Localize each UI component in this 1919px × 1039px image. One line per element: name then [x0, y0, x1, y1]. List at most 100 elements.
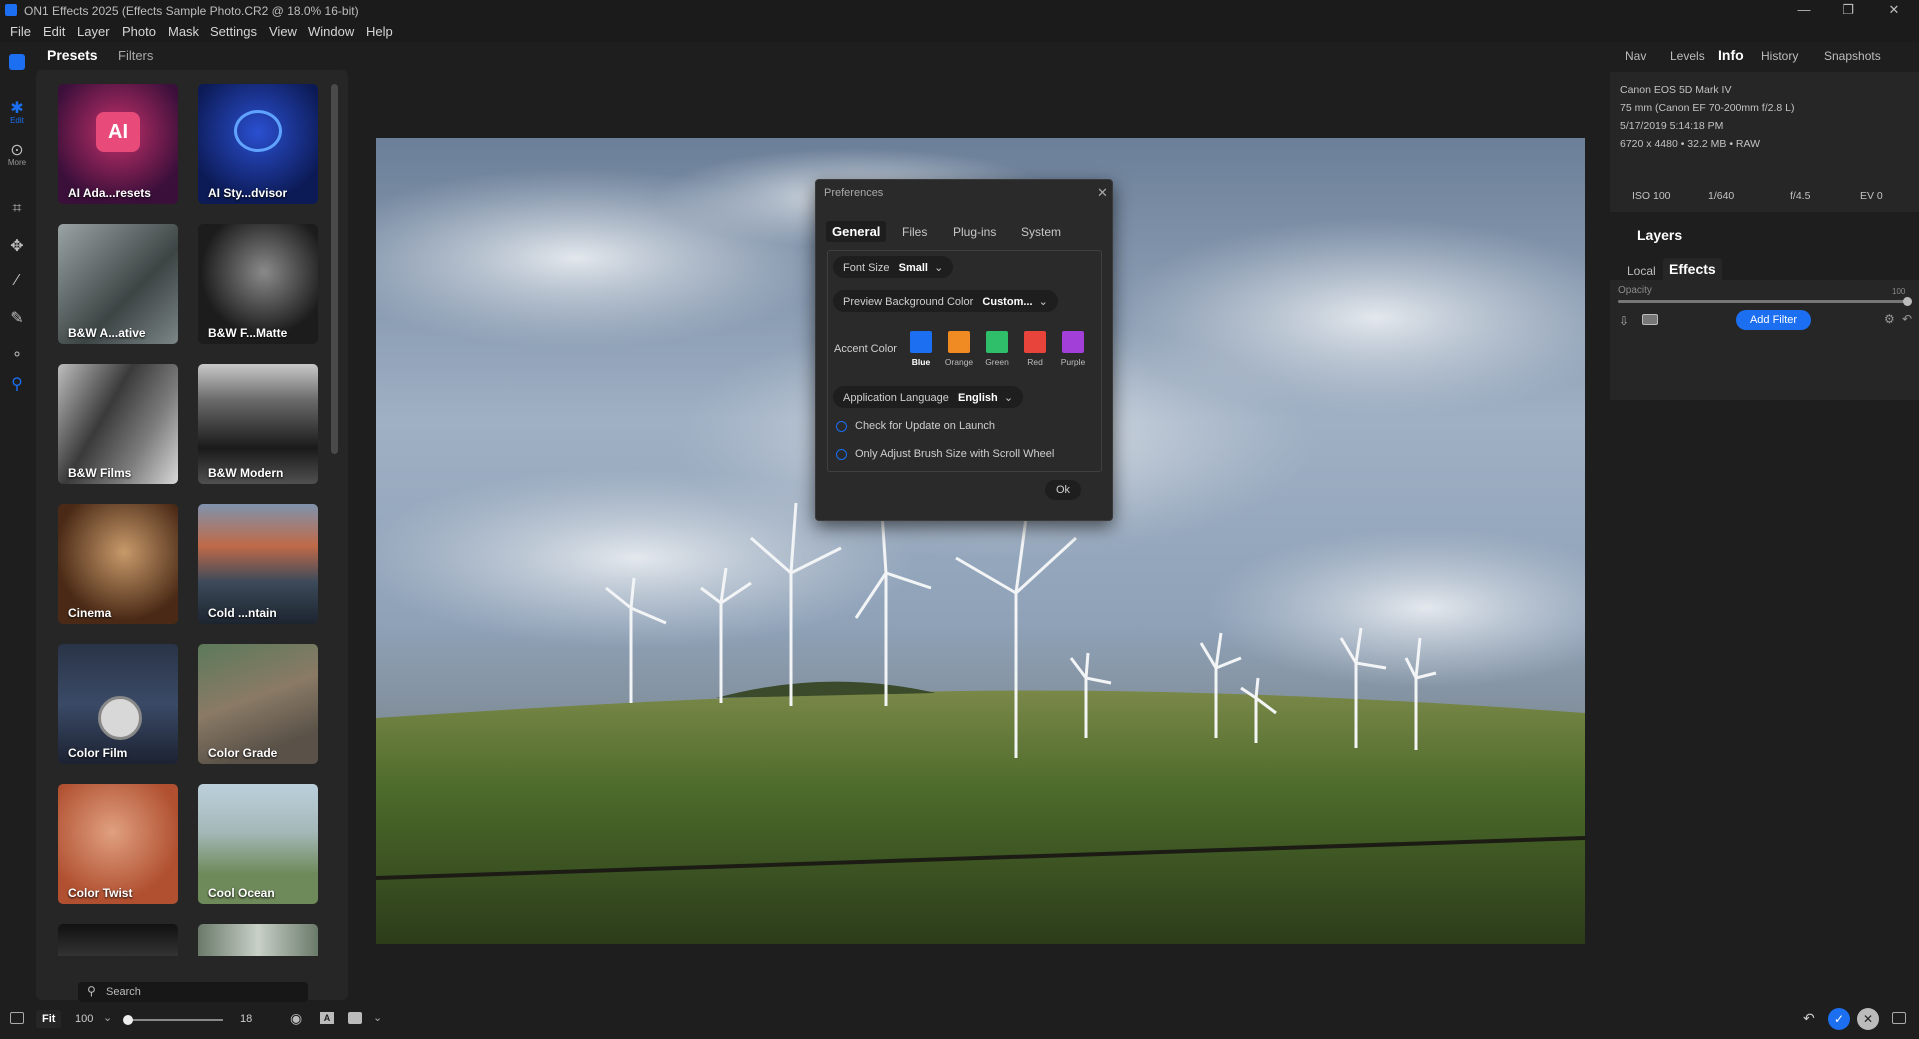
menu-mask[interactable]: Mask [168, 24, 199, 39]
zoom-slider-handle[interactable] [123, 1015, 133, 1025]
accent-swatch-purple[interactable] [1062, 331, 1084, 353]
move-icon[interactable]: ✥ [5, 236, 29, 260]
reset-icon[interactable]: ↶ [1902, 312, 1912, 326]
tab-snapshots[interactable]: Snapshots [1824, 49, 1881, 63]
tab-history[interactable]: History [1761, 49, 1798, 63]
accent-label-red: Red [1027, 357, 1043, 367]
preset-tile[interactable]: AI Sty...dvisor [198, 84, 318, 204]
preset-tile[interactable]: AI AI Ada...resets [58, 84, 178, 204]
tab-files[interactable]: Files [902, 225, 927, 239]
tab-info[interactable]: Info [1718, 47, 1744, 63]
menu-file[interactable]: File [10, 24, 31, 39]
menu-photo[interactable]: Photo [122, 24, 156, 39]
font-size-value: Small [898, 262, 928, 274]
import-icon[interactable]: ⇩ [1619, 314, 1629, 328]
accent-swatch-blue[interactable] [910, 331, 932, 353]
ok-button[interactable]: Ok [1045, 480, 1081, 500]
language-dropdown[interactable]: Application Language English ⌄ [833, 386, 1024, 408]
close-icon[interactable]: ✕ [1097, 185, 1108, 201]
preset-tile[interactable]: Cold ...ntain [198, 504, 318, 624]
shutter-value: 1/640 [1708, 190, 1735, 202]
chevron-down-icon[interactable]: ⌄ [373, 1011, 382, 1024]
preset-tile[interactable]: Color Grade [198, 644, 318, 764]
menu-settings[interactable]: Settings [210, 24, 257, 39]
opacity-slider-handle[interactable] [1903, 297, 1912, 306]
preset-tile[interactable] [58, 924, 178, 956]
preset-label: B&W A...ative [68, 326, 146, 340]
mask-view-icon[interactable] [348, 1012, 362, 1024]
preset-tile[interactable]: B&W Modern [198, 364, 318, 484]
edit-label: Edit [10, 116, 24, 125]
accent-swatch-red[interactable] [1024, 331, 1046, 353]
tab-levels[interactable]: Levels [1670, 49, 1705, 63]
menu-help[interactable]: Help [366, 24, 393, 39]
preset-tile[interactable]: Cinema [58, 504, 178, 624]
close-icon[interactable]: ✕ [1880, 2, 1908, 20]
tab-system[interactable]: System [1021, 225, 1061, 239]
undo-icon[interactable]: ↶ [1803, 1010, 1815, 1027]
minimize-icon[interactable]: — [1790, 2, 1818, 20]
tab-presets[interactable]: Presets [47, 47, 98, 63]
cancel-icon[interactable]: ✕ [1857, 1008, 1879, 1030]
zoom-slider[interactable] [123, 1015, 223, 1025]
brush-icon[interactable]: ✎ [5, 308, 29, 332]
right-panel-toggle-icon[interactable] [1892, 1012, 1906, 1024]
tab-plug-ins[interactable]: Plug-ins [953, 225, 996, 239]
preset-tile[interactable]: Color Twist [58, 784, 178, 904]
menu-view[interactable]: View [269, 24, 297, 39]
font-size-dropdown[interactable]: Font Size Small ⌄ [833, 256, 954, 278]
chevron-down-icon[interactable]: ⌄ [103, 1011, 112, 1024]
preset-tile[interactable]: B&W A...ative [58, 224, 178, 344]
menu-edit[interactable]: Edit [43, 24, 65, 39]
brush-scroll-radio[interactable] [836, 449, 847, 460]
effects-panel: Opacity 100 ⇩ Add Filter ⚙ ↶ [1610, 280, 1919, 400]
accent-swatch-green[interactable] [986, 331, 1008, 353]
tab-local[interactable]: Local [1627, 264, 1656, 278]
apply-icon[interactable]: ✓ [1828, 1008, 1850, 1030]
general-settings: Font Size Small ⌄ Preview Background Col… [827, 250, 1102, 472]
mask-icon[interactable] [1642, 314, 1658, 325]
preset-scrollbar[interactable] [331, 84, 338, 454]
add-filter-button[interactable]: Add Filter [1736, 310, 1811, 330]
opacity-slider[interactable] [1618, 297, 1912, 306]
retouch-icon[interactable]: ∘ [5, 344, 29, 368]
fit-button[interactable]: Fit [36, 1010, 62, 1028]
browse-icon[interactable] [5, 50, 29, 74]
preset-label: Cinema [68, 606, 112, 620]
preset-tile[interactable] [198, 924, 318, 956]
text-overlay-icon[interactable]: A [320, 1012, 334, 1024]
panel-toggle-icon[interactable] [10, 1012, 24, 1024]
zoom-level[interactable]: 100 [75, 1013, 93, 1025]
crop-icon[interactable]: ⌗ [5, 200, 29, 224]
tab-nav[interactable]: Nav [1625, 49, 1646, 63]
preview-bg-dropdown[interactable]: Preview Background Color Custom... ⌄ [833, 290, 1058, 312]
preset-tile[interactable]: Color Film [58, 644, 178, 764]
zoom-icon[interactable]: ⚲ [5, 374, 29, 398]
menu-layer[interactable]: Layer [77, 24, 110, 39]
preview-bg-label: Preview Background Color [843, 296, 974, 308]
preset-label: B&W Films [68, 466, 132, 480]
eye-icon[interactable]: ◉ [290, 1010, 302, 1027]
restore-icon[interactable]: ❐ [1834, 2, 1862, 20]
edit-tool[interactable]: ✱ Edit [5, 98, 29, 125]
check-update-radio[interactable] [836, 421, 847, 432]
accent-swatch-orange[interactable] [948, 331, 970, 353]
font-size-label: Font Size [843, 262, 890, 274]
preset-grid: AI AI Ada...resets AI Sty...dvisor B&W A… [36, 70, 348, 1000]
preset-tile[interactable]: Cool Ocean [198, 784, 318, 904]
preset-tile[interactable]: B&W Films [58, 364, 178, 484]
tab-general[interactable]: General [826, 221, 887, 242]
preset-label: Color Twist [68, 886, 133, 900]
preset-tile[interactable]: B&W F...Matte [198, 224, 318, 344]
tab-filters[interactable]: Filters [118, 48, 153, 63]
window-title: ON1 Effects 2025 (Effects Sample Photo.C… [24, 4, 359, 18]
magic-wand-icon[interactable]: ⁄ [5, 272, 29, 296]
preset-label: B&W F...Matte [208, 326, 288, 340]
accent-color-label: Accent Color [834, 343, 897, 355]
menu-window[interactable]: Window [308, 24, 354, 39]
tab-effects[interactable]: Effects [1663, 258, 1722, 280]
more-tool[interactable]: ⊙ More [5, 140, 29, 167]
search-input[interactable]: ⚲ Search [78, 982, 308, 1002]
settings-gear-icon[interactable]: ⚙ [1884, 312, 1895, 326]
check-update-label: Check for Update on Launch [855, 420, 996, 432]
